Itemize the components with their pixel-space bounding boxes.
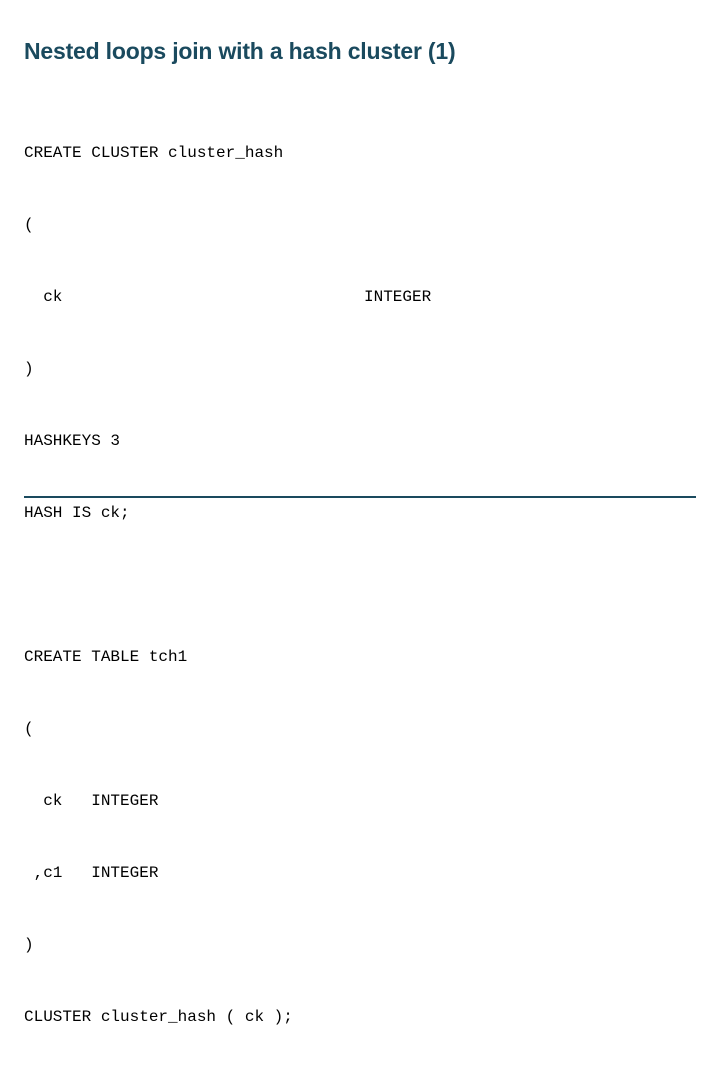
slide-container: Nested loops join with a hash cluster (1… — [0, 0, 720, 540]
code-line: HASHKEYS 3 — [24, 429, 696, 453]
code-line: ( — [24, 213, 696, 237]
code-line: ) — [24, 933, 696, 957]
code-line: ( — [24, 717, 696, 741]
code-block-cluster: CREATE CLUSTER cluster_hash ( ck INTEGER… — [24, 93, 696, 573]
footer-divider — [24, 496, 696, 498]
code-line: ) — [24, 357, 696, 381]
code-line: CLUSTER cluster_hash ( ck ); — [24, 1005, 696, 1029]
code-line: CREATE TABLE tch1 — [24, 645, 696, 669]
code-line: ck INTEGER — [24, 789, 696, 813]
code-line: CREATE CLUSTER cluster_hash — [24, 141, 696, 165]
code-line: ,c1 INTEGER — [24, 861, 696, 885]
code-line: ck INTEGER — [24, 285, 696, 309]
column-name: ck — [24, 285, 364, 309]
code-block-table: CREATE TABLE tch1 ( ck INTEGER ,c1 INTEG… — [24, 597, 696, 1077]
column-type: INTEGER — [364, 285, 431, 309]
code-line: HASH IS ck; — [24, 501, 696, 525]
slide-title: Nested loops join with a hash cluster (1… — [24, 38, 696, 65]
